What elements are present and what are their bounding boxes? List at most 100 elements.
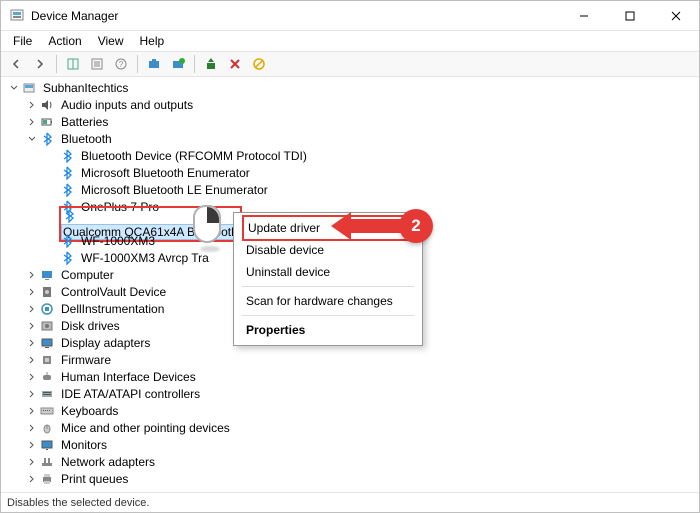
toolbar-separator [56, 55, 57, 73]
spacer [25, 387, 39, 401]
tree-label: Print queues [59, 471, 130, 487]
tree-category[interactable]: Mice and other pointing devices [5, 419, 699, 436]
spacer [25, 404, 39, 418]
annotation-arrow: 2 [331, 209, 433, 243]
device-tree[interactable]: SubhanItechticsAudio inputs and outputsB… [1, 77, 699, 492]
tree-category[interactable]: Human Interface Devices [5, 368, 699, 385]
tree-root[interactable]: SubhanItechtics [5, 79, 699, 96]
spacer [45, 183, 59, 197]
tree-label: Mice and other pointing devices [59, 420, 232, 436]
bluetooth-icon [39, 131, 55, 147]
spacer [25, 268, 39, 282]
titlebar: Device Manager [1, 1, 699, 31]
tree-device[interactable]: Bluetooth Device (RFCOMM Protocol TDI) [5, 147, 699, 164]
svg-text:?: ? [119, 60, 124, 69]
tree-category[interactable]: Keyboards [5, 402, 699, 419]
ctx-separator [242, 315, 414, 316]
tree-label: IDE ATA/ATAPI controllers [59, 386, 202, 402]
tree-label: Keyboards [59, 403, 120, 419]
disk-icon [39, 318, 55, 334]
spacer [25, 353, 39, 367]
toolbar-separator [194, 55, 195, 73]
tree-device[interactable]: Microsoft Bluetooth LE Enumerator [5, 181, 699, 198]
menu-view[interactable]: View [90, 32, 132, 50]
menu-file[interactable]: File [5, 32, 40, 50]
maximize-button[interactable] [607, 1, 653, 31]
show-hide-tree-button[interactable] [62, 53, 84, 75]
tree-label: Network adapters [59, 454, 157, 470]
tree-label: Human Interface Devices [59, 369, 198, 385]
uninstall-device-button[interactable] [248, 53, 270, 75]
tree-category[interactable]: Bluetooth [5, 130, 699, 147]
spacer [25, 472, 39, 486]
tree-category[interactable]: Audio inputs and outputs [5, 96, 699, 113]
ctx-properties[interactable]: Properties [234, 319, 422, 341]
add-legacy-button[interactable] [167, 53, 189, 75]
ctx-scan-hardware[interactable]: Scan for hardware changes [234, 290, 422, 312]
spacer [45, 149, 59, 163]
tree-category[interactable]: Network adapters [5, 453, 699, 470]
tree-label: Microsoft Bluetooth LE Enumerator [79, 182, 270, 198]
tree-category[interactable]: Batteries [5, 113, 699, 130]
properties-button[interactable] [86, 53, 108, 75]
ide-icon [39, 386, 55, 402]
collapse-icon[interactable] [25, 132, 39, 146]
computer-icon [39, 267, 55, 283]
ctx-uninstall-device[interactable]: Uninstall device [234, 261, 422, 283]
tree-label: DellInstrumentation [59, 301, 166, 317]
forward-button[interactable] [29, 53, 51, 75]
tree-label: Audio inputs and outputs [59, 97, 195, 113]
minimize-button[interactable] [561, 1, 607, 31]
app-icon [9, 8, 25, 24]
spacer [25, 302, 39, 316]
spacer [25, 285, 39, 299]
spacer [45, 251, 59, 265]
spacer [25, 115, 39, 129]
disable-device-button[interactable] [224, 53, 246, 75]
bluetooth-icon [61, 208, 77, 224]
tree-label: WF-1000XM3 Avrcp Tra [79, 250, 211, 266]
battery-icon [39, 114, 55, 130]
menu-help[interactable]: Help [132, 32, 173, 50]
update-driver-button[interactable] [200, 53, 222, 75]
tree-device[interactable]: Microsoft Bluetooth Enumerator [5, 164, 699, 181]
mouse-icon [39, 420, 55, 436]
bluetooth-icon [59, 165, 75, 181]
tree-category[interactable]: IDE ATA/ATAPI controllers [5, 385, 699, 402]
tree-label: Microsoft Bluetooth Enumerator [79, 165, 252, 181]
audio-icon [39, 97, 55, 113]
bluetooth-icon [59, 233, 75, 249]
window-title: Device Manager [31, 9, 118, 23]
tree-label: WF-1000XM3 [79, 233, 157, 249]
tree-label: Batteries [59, 114, 110, 130]
spacer [25, 421, 39, 435]
spacer [45, 217, 59, 231]
tree-label: SubhanItechtics [41, 80, 130, 96]
dell-icon [39, 301, 55, 317]
ctx-separator [242, 286, 414, 287]
spacer [25, 98, 39, 112]
display-icon [39, 335, 55, 351]
menu-action[interactable]: Action [40, 32, 89, 50]
firmware-icon [39, 352, 55, 368]
tree-label: Bluetooth [59, 131, 114, 147]
status-text: Disables the selected device. [7, 497, 149, 509]
close-button[interactable] [653, 1, 699, 31]
tree-category[interactable]: Print queues [5, 470, 699, 487]
back-button[interactable] [5, 53, 27, 75]
menubar: File Action View Help [1, 31, 699, 51]
help-button[interactable]: ? [110, 53, 132, 75]
toolbar-separator [137, 55, 138, 73]
tree-label: Monitors [59, 437, 109, 453]
toolbar: ? [1, 51, 699, 77]
tree-category[interactable]: Firmware [5, 351, 699, 368]
spacer [45, 234, 59, 248]
tree-label: ControlVault Device [59, 284, 168, 300]
tree-category[interactable]: Monitors [5, 436, 699, 453]
tree-label: Display adapters [59, 335, 152, 351]
bluetooth-icon [59, 148, 75, 164]
statusbar: Disables the selected device. [1, 492, 699, 512]
scan-hardware-button[interactable] [143, 53, 165, 75]
spacer [25, 319, 39, 333]
collapse-icon[interactable] [7, 81, 21, 95]
